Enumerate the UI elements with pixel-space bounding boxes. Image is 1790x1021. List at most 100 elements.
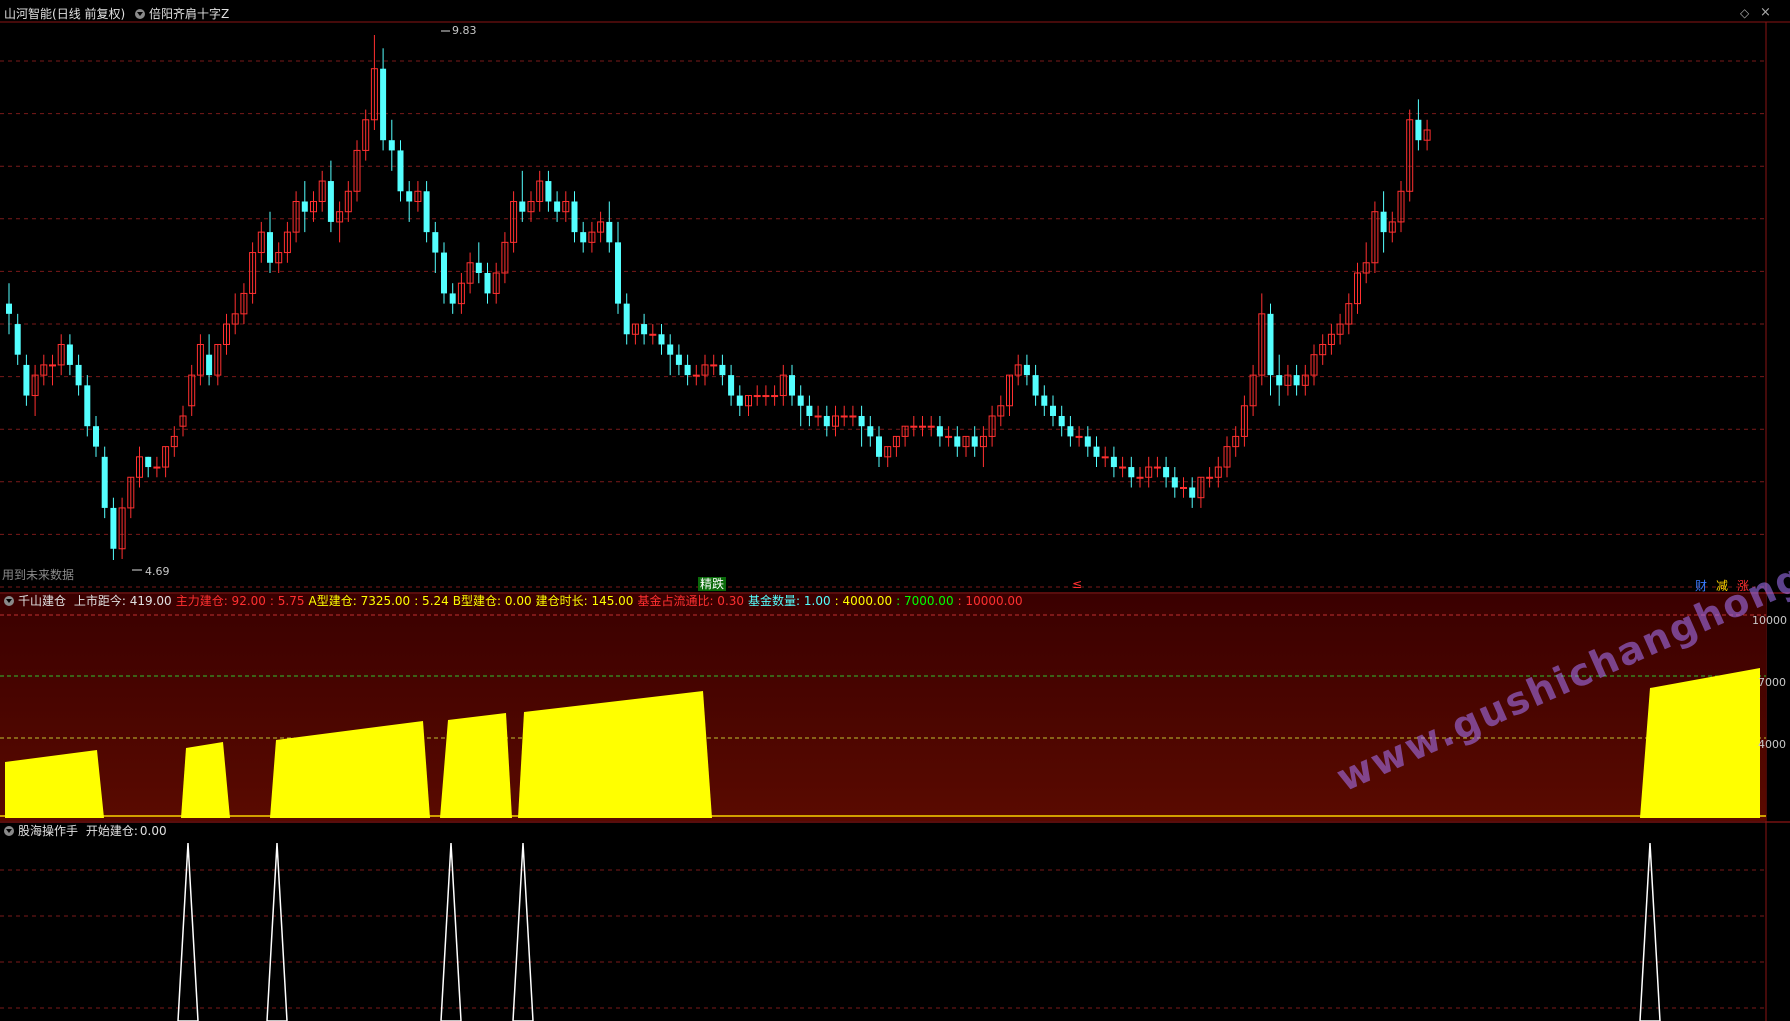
mid-marker: ≤	[1072, 577, 1083, 591]
candle-body-down	[75, 364, 82, 386]
candle-body-down	[519, 201, 526, 212]
candle-body-down	[1023, 364, 1030, 376]
main-price-chart[interactable]	[0, 0, 1790, 1021]
candle-body-down	[728, 375, 735, 396]
candle-body-down	[23, 364, 30, 396]
indicator1-name[interactable]: 千山建仓	[18, 594, 66, 608]
candle-body-down	[1267, 313, 1274, 376]
candle-body-down	[1189, 487, 1196, 498]
candle-body-up	[1075, 435, 1083, 438]
candle-body-up	[762, 395, 770, 398]
candle-body-up	[49, 364, 56, 367]
indicator2-name[interactable]: 股海操作手	[18, 824, 78, 838]
candle-body-up	[153, 466, 161, 469]
candle-body-down	[1041, 395, 1048, 406]
indicator1-item: 建仓时长: 145.00	[535, 594, 634, 608]
candle-body-down	[380, 68, 387, 141]
ind1-area	[5, 750, 104, 818]
candle-body-down	[667, 344, 674, 355]
candle-body-down	[14, 324, 21, 355]
candle-body-down	[867, 426, 874, 437]
candle-body-down	[797, 395, 804, 406]
candle-body-down	[1110, 456, 1117, 468]
indicator1-item: : 10000.00	[957, 594, 1023, 608]
candle-body-down	[423, 191, 430, 233]
candle-body-down	[101, 456, 108, 508]
candle-body-down	[1171, 477, 1178, 488]
ind1-area	[518, 691, 712, 818]
ind1-area	[1640, 668, 1760, 818]
candle-body-down	[93, 426, 99, 447]
candle-body-up	[1119, 466, 1127, 469]
candle-body-up	[945, 435, 953, 438]
candle-body-down	[1032, 375, 1039, 396]
candle-body-down	[684, 364, 691, 376]
candle-body-down	[432, 232, 439, 253]
candle-body-down	[806, 405, 813, 416]
low-price-label: 4.69	[145, 565, 170, 578]
event-tag[interactable]: 财	[1695, 577, 1707, 594]
candle-body-down	[301, 201, 308, 212]
ind1-axis-4000: 4000	[1758, 738, 1786, 751]
indicator2-value: 0.00	[139, 824, 167, 838]
indicator1-item: A型建仓: 7325.00	[308, 594, 411, 608]
high-price-value: 9.83	[452, 24, 477, 37]
candle-body-down	[66, 344, 73, 365]
candle-body-down	[736, 395, 743, 406]
candle-body-down	[406, 191, 413, 202]
indicator1-item: 基金数量: 1.00	[748, 594, 831, 608]
candle-body-down	[675, 354, 682, 365]
candle-body-down	[84, 385, 91, 427]
candle-body-up	[1101, 456, 1109, 459]
candle-body-down	[554, 201, 561, 212]
ind1-area	[440, 713, 512, 818]
candle-body-down	[719, 364, 726, 376]
candle-body-up	[927, 425, 935, 428]
candle-body-down	[1093, 446, 1100, 457]
candle-body-down	[580, 232, 587, 243]
candle-body-down	[397, 150, 404, 192]
candle-body-down	[936, 426, 943, 437]
indicator1-dropdown-icon[interactable]	[4, 596, 14, 606]
indicator1-item: : 5.75	[269, 594, 305, 608]
candle-body-down	[623, 303, 630, 335]
candle-body-down	[6, 303, 12, 314]
candle-body-down	[658, 334, 665, 345]
stock-chart-window: 山河智能(日线 前复权) 倍阳齐肩十字Z ◇ × 9.83 4.69 用到未来数…	[0, 0, 1790, 1021]
future-data-note: 用到未来数据	[2, 568, 75, 582]
candle-body-down	[641, 324, 648, 335]
candle-body-down	[858, 415, 865, 427]
candle-body-up	[710, 364, 718, 367]
candle-body-down	[267, 232, 273, 263]
candle-body-down	[441, 252, 447, 294]
candle-body-down	[1067, 426, 1074, 437]
candle-body-down	[449, 293, 456, 304]
candle-body-down	[1380, 211, 1387, 233]
ind1-area	[181, 742, 230, 818]
candle-body-down	[1128, 467, 1135, 478]
indicator1-item: : 5.24	[414, 594, 449, 608]
candle-body-down	[1084, 436, 1091, 447]
candle-body-down	[823, 415, 830, 427]
indicator2-dropdown-icon[interactable]	[4, 826, 14, 836]
candle-body-up	[692, 374, 700, 377]
indicator2-title: 股海操作手 开始建仓: 0.00	[4, 823, 171, 839]
candle-body-down	[1058, 415, 1065, 427]
candle-body-down	[606, 221, 613, 243]
candle-body-down	[615, 242, 621, 304]
candle-body-down	[484, 272, 491, 294]
candle-body-down	[1050, 405, 1056, 416]
candle-body-up	[814, 415, 822, 418]
candle-body-down	[1276, 375, 1283, 386]
candle-body-down	[475, 262, 482, 273]
indicator1-item: : 7000.00	[896, 594, 954, 608]
candle-body-down	[1293, 375, 1300, 386]
indicator1-item: 上市距今: 419.00	[73, 594, 172, 608]
candle-body-up	[1136, 476, 1144, 479]
candle-body-down	[571, 201, 578, 233]
candle-body-up	[849, 415, 857, 418]
candle-body-down	[789, 375, 795, 396]
indicator1-item: 基金占流通比: 0.30	[637, 594, 745, 608]
candle-body-down	[388, 140, 395, 151]
candle-body-down	[545, 181, 552, 202]
